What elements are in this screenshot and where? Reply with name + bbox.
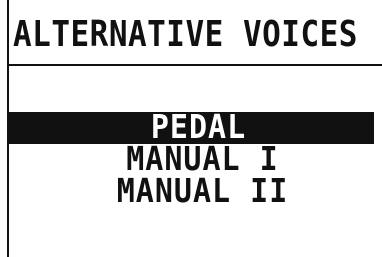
menu-item-manual-i[interactable]: MANUAL I <box>9 142 382 177</box>
screen-header: ALTERNATIVE VOICES <box>9 0 382 66</box>
menu-item-label: MANUAL II <box>116 172 289 211</box>
voice-menu: PEDAL MANUAL I MANUAL II <box>9 110 382 211</box>
menu-item-pedal[interactable]: PEDAL <box>9 110 374 145</box>
lcd-display: ALTERNATIVE VOICES PEDAL MANUAL I MANUAL… <box>0 0 382 257</box>
screen-title: ALTERNATIVE VOICES <box>13 13 358 56</box>
menu-item-manual-ii[interactable]: MANUAL II <box>9 172 382 211</box>
